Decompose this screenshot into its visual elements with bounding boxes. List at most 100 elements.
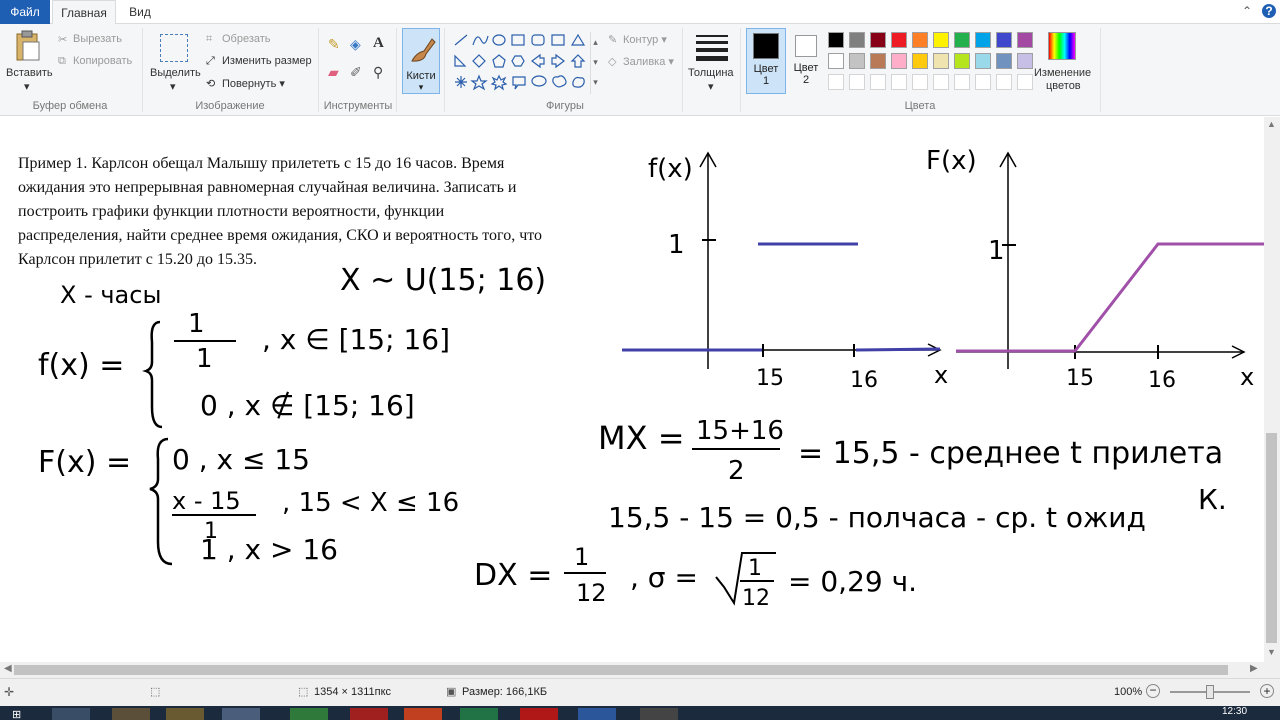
custom-color-slot[interactable] [954, 74, 970, 90]
graph1-x-label: x [934, 361, 948, 389]
outline-button[interactable]: Контур ▾ [623, 33, 667, 46]
shapes-scroll[interactable]: ▴ ▾ ▾ [590, 32, 600, 94]
palette-color-swatch[interactable] [996, 32, 1012, 48]
palette-color-swatch[interactable] [996, 53, 1012, 69]
custom-color-slot[interactable] [828, 74, 844, 90]
horizontal-scroll-thumb[interactable] [14, 665, 1228, 675]
taskbar-app-3[interactable] [404, 708, 442, 720]
mx-numerator: 15+16 [696, 416, 784, 446]
taskbar-app-explorer[interactable] [52, 708, 90, 720]
paste-icon[interactable] [14, 30, 42, 64]
copy-icon[interactable]: ⧉ [58, 55, 66, 68]
palette-color-swatch[interactable] [828, 32, 844, 48]
color-picker-icon[interactable]: ✐ [350, 64, 362, 81]
fill-shape-button[interactable]: Заливка ▾ [623, 55, 674, 68]
select-dropdown-icon[interactable]: ▾ [170, 80, 176, 93]
tab-view[interactable]: Вид [120, 0, 160, 25]
palette-color-swatch[interactable] [912, 32, 928, 48]
taskbar-app-4[interactable] [640, 708, 678, 720]
taskbar-app-2[interactable] [166, 708, 204, 720]
custom-color-slot[interactable] [849, 74, 865, 90]
palette-color-swatch[interactable] [1017, 53, 1033, 69]
shapes-gallery[interactable] [452, 32, 590, 94]
cut-icon[interactable]: ✂ [58, 33, 67, 46]
palette-color-swatch[interactable] [849, 32, 865, 48]
size-dropdown-icon[interactable]: ▾ [708, 80, 714, 93]
taskbar-app-chrome[interactable] [290, 708, 328, 720]
palette-color-swatch[interactable] [891, 32, 907, 48]
palette-color-swatch[interactable] [933, 32, 949, 48]
palette-color-swatch[interactable] [891, 53, 907, 69]
F-label: F(x) = [38, 445, 131, 480]
palette-color-swatch[interactable] [954, 32, 970, 48]
color1-button[interactable]: Цвет 1 [746, 28, 786, 94]
start-icon[interactable]: ⊞ [12, 708, 34, 721]
zoom-slider-thumb[interactable] [1206, 685, 1214, 699]
edit-colors-label-2[interactable]: цветов [1046, 80, 1081, 92]
magnifier-icon[interactable]: ⚲ [373, 64, 383, 81]
resize-button[interactable]: Изменить размер [222, 55, 312, 67]
rotate-icon[interactable]: ⟲ [206, 77, 215, 90]
eraser-icon[interactable]: ▰ [328, 64, 339, 81]
collapse-ribbon-icon[interactable]: ⌃ [1242, 4, 1252, 18]
crop-icon[interactable]: ⌗ [206, 33, 212, 46]
canvas[interactable]: Пример 1. Карлсон обещал Малышу прилетет… [0, 117, 1268, 662]
custom-color-slot[interactable] [912, 74, 928, 90]
taskbar-app-excel[interactable] [460, 708, 498, 720]
fill-icon[interactable]: ◈ [350, 36, 361, 53]
custom-color-slot[interactable] [891, 74, 907, 90]
palette-color-swatch[interactable] [828, 53, 844, 69]
select-icon[interactable] [160, 34, 188, 62]
palette-color-swatch[interactable] [933, 53, 949, 69]
palette-color-swatch[interactable] [954, 53, 970, 69]
color2-button[interactable]: Цвет 2 [788, 28, 824, 94]
paste-button[interactable]: Вставить [6, 67, 53, 79]
pencil-icon[interactable]: ✎ [328, 36, 340, 53]
palette-color-swatch[interactable] [870, 32, 886, 48]
palette-color-swatch[interactable] [870, 53, 886, 69]
taskbar-app-opera[interactable] [350, 708, 388, 720]
size-icon[interactable] [696, 32, 728, 62]
edit-colors-icon[interactable] [1048, 32, 1076, 60]
ribbon-separator [682, 28, 683, 112]
scroll-left-icon[interactable]: ◀ [4, 663, 12, 674]
palette-color-swatch[interactable] [975, 53, 991, 69]
palette-color-swatch[interactable] [1017, 32, 1033, 48]
copy-button[interactable]: Копировать [73, 55, 132, 67]
custom-color-slot[interactable] [870, 74, 886, 90]
palette-color-swatch[interactable] [975, 32, 991, 48]
brushes-button[interactable]: Кисти ▾ [402, 28, 440, 94]
taskbar-app-word[interactable] [578, 708, 616, 720]
size-button[interactable]: Толщина [688, 67, 734, 79]
custom-color-slot[interactable] [1017, 74, 1033, 90]
zoom-out-button[interactable]: − [1146, 684, 1160, 698]
custom-color-slot[interactable] [975, 74, 991, 90]
paste-dropdown-icon[interactable]: ▾ [24, 80, 30, 93]
tab-home[interactable]: Главная [52, 0, 116, 25]
help-icon[interactable]: ? [1262, 4, 1276, 18]
vertical-scrollbar[interactable]: ▲ ▼ [1264, 117, 1280, 662]
scroll-down-icon[interactable]: ▼ [1267, 647, 1276, 657]
scroll-up-icon[interactable]: ▲ [1267, 119, 1276, 129]
resize-icon[interactable]: ⤢ [206, 55, 215, 68]
select-button[interactable]: Выделить [150, 67, 201, 79]
taskbar-app-1[interactable] [112, 708, 150, 720]
tab-file[interactable]: Файл [0, 0, 50, 24]
taskbar-app-pdf[interactable] [520, 708, 558, 720]
horizontal-scrollbar[interactable]: ◀ ▶ [0, 662, 1264, 678]
fill-shape-icon[interactable]: ◇ [608, 55, 616, 68]
cut-button[interactable]: Вырезать [73, 33, 122, 45]
scroll-right-icon[interactable]: ▶ [1250, 663, 1258, 674]
custom-color-slot[interactable] [996, 74, 1012, 90]
rotate-button[interactable]: Повернуть ▾ [222, 77, 285, 90]
text-tool-icon[interactable]: A [373, 35, 384, 52]
zoom-in-button[interactable]: + [1260, 684, 1274, 698]
outline-icon[interactable]: ✎ [608, 33, 617, 46]
custom-color-slot[interactable] [933, 74, 949, 90]
palette-color-swatch[interactable] [849, 53, 865, 69]
vertical-scroll-thumb[interactable] [1266, 433, 1277, 643]
crop-button[interactable]: Обрезать [222, 33, 271, 45]
palette-color-swatch[interactable] [912, 53, 928, 69]
edit-colors-label-1[interactable]: Изменение [1034, 67, 1091, 79]
taskbar-app-paint[interactable] [222, 708, 260, 720]
